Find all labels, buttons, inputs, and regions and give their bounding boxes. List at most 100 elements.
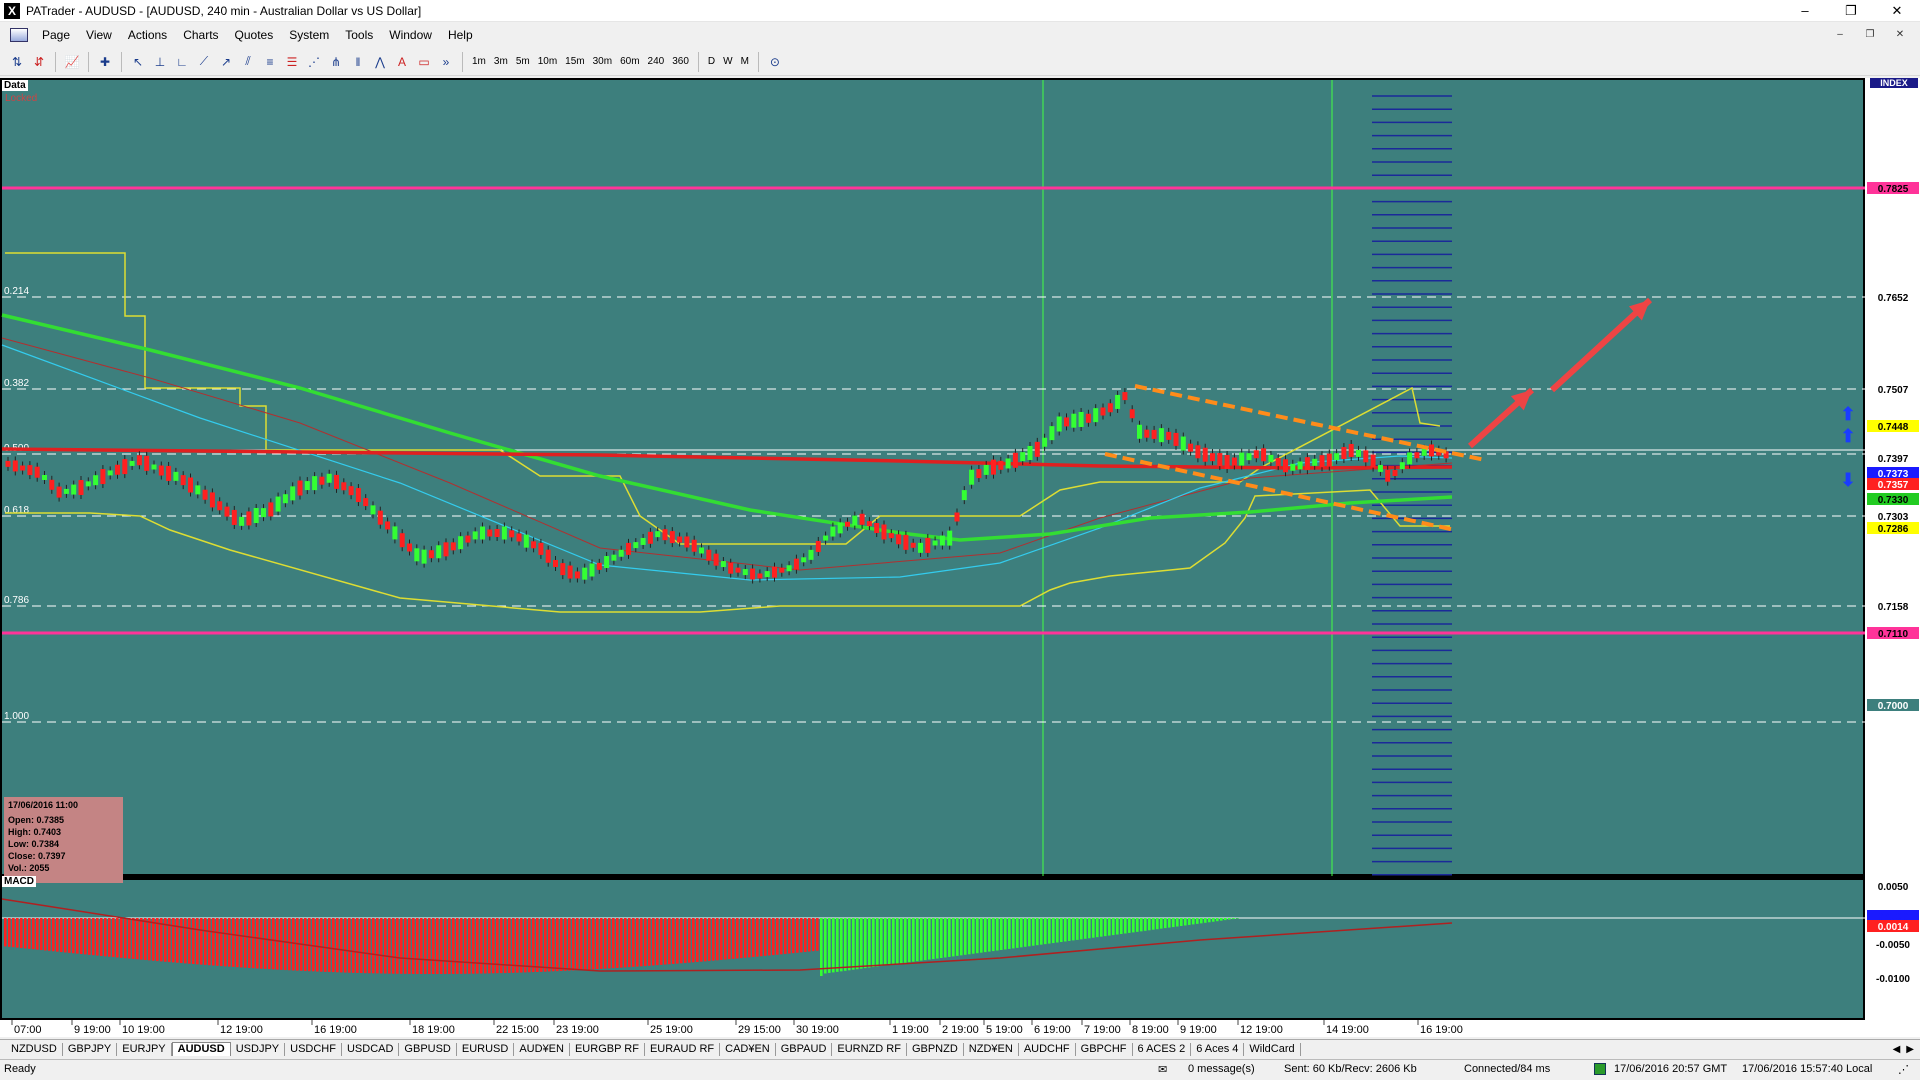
horizontal-line-icon[interactable]: ⊥ bbox=[150, 52, 170, 72]
tab-6-aces-2[interactable]: 6 ACES 2 bbox=[1133, 1042, 1192, 1056]
gann-icon[interactable]: ⋔ bbox=[326, 52, 346, 72]
tab-gbpchf[interactable]: GBPCHF bbox=[1076, 1042, 1133, 1056]
tab-next-icon[interactable]: ▶ bbox=[1906, 1044, 1914, 1055]
tab-gbpnzd[interactable]: GBPNZD bbox=[907, 1042, 964, 1056]
channel-icon[interactable]: ⫽ bbox=[238, 52, 258, 72]
macd-bar bbox=[632, 918, 635, 967]
trendline-icon[interactable]: ⟋ bbox=[194, 52, 214, 72]
fibonacci-icon[interactable]: ≡ bbox=[260, 52, 280, 72]
candle-body bbox=[253, 508, 259, 524]
tab-usdjpy[interactable]: USDJPY bbox=[231, 1042, 286, 1056]
buy-icon[interactable]: ⇅ bbox=[7, 52, 27, 72]
tab-eurnzd-rf[interactable]: EURNZD RF bbox=[832, 1042, 907, 1056]
menu-window[interactable]: Window bbox=[381, 28, 440, 42]
text-icon[interactable]: A bbox=[392, 52, 412, 72]
minimize-button[interactable]: – bbox=[1782, 0, 1828, 22]
macd-bar bbox=[592, 918, 595, 970]
menu-quotes[interactable]: Quotes bbox=[227, 28, 282, 42]
fib-level-label: 0.786 bbox=[4, 595, 29, 606]
window-title: PATrader - AUDUSD - [AUDUSD, 240 min - A… bbox=[26, 3, 422, 18]
period-monthly[interactable]: M bbox=[737, 56, 753, 67]
overflow-icon[interactable]: » bbox=[436, 52, 456, 72]
period-daily[interactable]: D bbox=[704, 56, 719, 67]
ray-icon[interactable]: ↗ bbox=[216, 52, 236, 72]
tab-6-aces-4[interactable]: 6 Aces 4 bbox=[1191, 1042, 1245, 1056]
macd-bar bbox=[856, 918, 859, 970]
menu-page[interactable]: Page bbox=[34, 28, 78, 42]
tab-eurgbp-rf[interactable]: EURGBP RF bbox=[570, 1042, 645, 1056]
mdi-close-button[interactable]: ✕ bbox=[1888, 26, 1912, 44]
macd-bar bbox=[384, 918, 387, 974]
menu-actions[interactable]: Actions bbox=[120, 28, 175, 42]
tab-gbpaud[interactable]: GBPAUD bbox=[776, 1042, 833, 1056]
tab-audusd[interactable]: AUDUSD bbox=[171, 1042, 231, 1056]
crosshair-icon[interactable]: ✚ bbox=[95, 52, 115, 72]
chart-window-icon[interactable] bbox=[10, 28, 28, 42]
macd-bar bbox=[852, 918, 855, 970]
timeframe-15m[interactable]: 15m bbox=[561, 56, 588, 67]
chart-type-icon[interactable]: 📈 bbox=[62, 52, 82, 72]
resize-grip-icon[interactable]: ⋰ bbox=[1898, 1063, 1909, 1076]
tab-eurjpy[interactable]: EURJPY bbox=[117, 1042, 172, 1056]
price-label: 0.7000 bbox=[1878, 701, 1909, 712]
candle-body bbox=[1107, 403, 1113, 413]
tab-audyen[interactable]: AUD¥EN bbox=[514, 1042, 570, 1056]
rectangle-icon[interactable]: ▭ bbox=[414, 52, 434, 72]
fib-fan-icon[interactable]: ⋰ bbox=[304, 52, 324, 72]
fib-level-label: 0.618 bbox=[4, 505, 29, 516]
close-button[interactable]: ✕ bbox=[1874, 0, 1920, 22]
candle-body bbox=[1268, 454, 1274, 462]
timeframe-30m[interactable]: 30m bbox=[589, 56, 616, 67]
vertical-line-icon[interactable]: ∟ bbox=[172, 52, 192, 72]
tab-gbpjpy[interactable]: GBPJPY bbox=[63, 1042, 118, 1056]
candle-body bbox=[976, 469, 982, 479]
timeframe-1m[interactable]: 1m bbox=[468, 56, 490, 67]
macd-bar bbox=[1032, 918, 1035, 946]
tab-cadyen[interactable]: CAD¥EN bbox=[720, 1042, 776, 1056]
menu-charts[interactable]: Charts bbox=[175, 28, 226, 42]
tab-eurusd[interactable]: EURUSD bbox=[457, 1042, 515, 1056]
tab-wildcard[interactable]: WildCard bbox=[1244, 1042, 1301, 1056]
time-axis-label: 10 19:00 bbox=[122, 1024, 165, 1036]
cursor-icon[interactable]: ↖ bbox=[128, 52, 148, 72]
tab-usdcad[interactable]: USDCAD bbox=[342, 1042, 400, 1056]
cycle-lines-icon[interactable]: ‖ bbox=[348, 52, 368, 72]
maximize-button[interactable]: ❐ bbox=[1828, 0, 1874, 22]
menu-tools[interactable]: Tools bbox=[337, 28, 381, 42]
sell-icon[interactable]: ⇵ bbox=[29, 52, 49, 72]
candle-body bbox=[1231, 457, 1237, 466]
candle-body bbox=[845, 521, 850, 527]
timeframe-10m[interactable]: 10m bbox=[534, 56, 561, 67]
menu-system[interactable]: System bbox=[281, 28, 337, 42]
menu-view[interactable]: View bbox=[78, 28, 120, 42]
timeframe-240[interactable]: 240 bbox=[644, 56, 669, 67]
timeframe-60m[interactable]: 60m bbox=[616, 56, 643, 67]
chart-area[interactable]: 0.214 0.382 0.500 0.618 0.786 1.000 0.7825 0.76… bbox=[0, 78, 1920, 1037]
macd-bar bbox=[920, 918, 923, 961]
tab-usdchf[interactable]: USDCHF bbox=[285, 1042, 342, 1056]
candle-body bbox=[720, 561, 726, 568]
tab-audchf[interactable]: AUDCHF bbox=[1019, 1042, 1076, 1056]
fib-extension-icon[interactable]: ☰ bbox=[282, 52, 302, 72]
timeframe-5m[interactable]: 5m bbox=[512, 56, 534, 67]
timeframe-360[interactable]: 360 bbox=[668, 56, 693, 67]
menu-help[interactable]: Help bbox=[440, 28, 481, 42]
candle-body bbox=[1115, 394, 1121, 409]
tab-gbpusd[interactable]: GBPUSD bbox=[399, 1042, 457, 1056]
mail-icon[interactable]: ✉ bbox=[1158, 1063, 1167, 1076]
andrews-pitchfork-icon[interactable]: ⋀ bbox=[370, 52, 390, 72]
candle-body bbox=[290, 486, 296, 501]
tab-nzdusd[interactable]: NZDUSD bbox=[6, 1042, 63, 1056]
mdi-minimize-button[interactable]: – bbox=[1828, 26, 1852, 44]
tab-nzdyen[interactable]: NZD¥EN bbox=[964, 1042, 1019, 1056]
macd-bar bbox=[32, 918, 35, 950]
tab-prev-icon[interactable]: ◀ bbox=[1893, 1044, 1901, 1055]
period-weekly[interactable]: W bbox=[719, 56, 736, 67]
tab-euraud-rf[interactable]: EURAUD RF bbox=[645, 1042, 721, 1056]
price-chart[interactable]: 0.2140.3820.5000.6180.7861.0000.78250.76… bbox=[0, 78, 1920, 1037]
data-label: Data bbox=[2, 80, 28, 91]
clock-icon[interactable]: ⊙ bbox=[765, 52, 785, 72]
macd-bar bbox=[900, 918, 903, 964]
mdi-restore-button[interactable]: ❐ bbox=[1858, 26, 1882, 44]
timeframe-3m[interactable]: 3m bbox=[490, 56, 512, 67]
